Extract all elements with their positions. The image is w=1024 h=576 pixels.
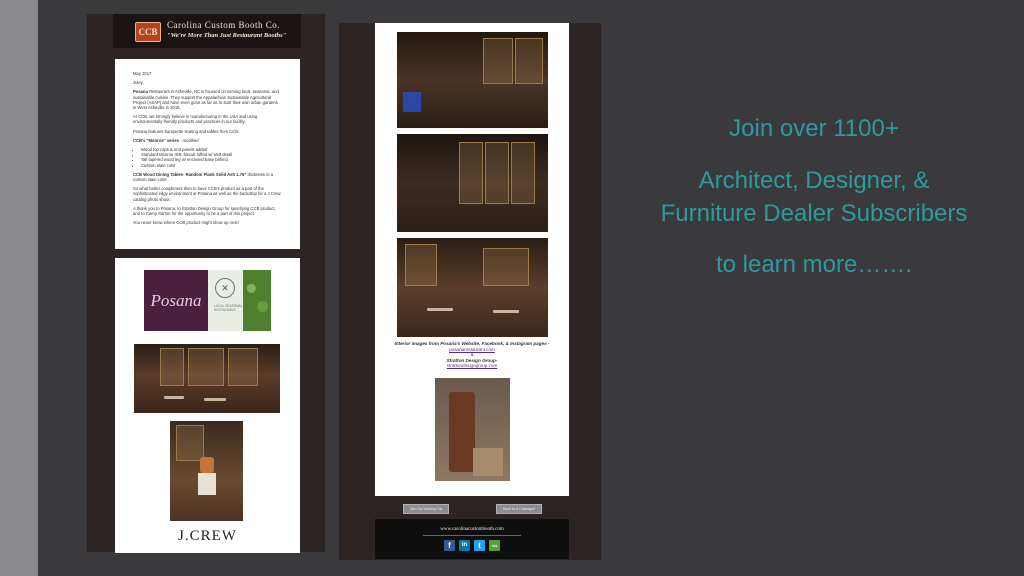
newsletter-footer: www.carolinacustombooth.com f in t rss xyxy=(375,519,569,559)
caption-text: Interior images from Posana's Website, F… xyxy=(394,341,550,346)
shelf xyxy=(483,38,513,84)
designer-link[interactable]: strattondesigngroup.com xyxy=(375,363,569,369)
booth-photo xyxy=(435,378,510,481)
letter-closing: You never know where CCB product might s… xyxy=(133,220,239,226)
letter-para5: So what better compliment then to have C… xyxy=(133,186,281,202)
shelf xyxy=(188,348,224,386)
shelf xyxy=(485,142,509,204)
jcrew-model-photo xyxy=(170,421,243,521)
letter-para1: Posana Restaurant in Asheville, NC is fo… xyxy=(133,89,282,110)
interior-gallery-card: Interior images from Posana's Website, F… xyxy=(375,23,569,496)
table xyxy=(204,398,226,401)
model-figure xyxy=(200,457,214,473)
cta-line2: Architect, Designer, & xyxy=(698,167,930,194)
posana-link-text[interactable]: posanarestaurant.com xyxy=(449,347,495,352)
letter-greeting: Juley, xyxy=(133,80,144,86)
posana-note: LOCAL SEASONAL SUSTAINABLE xyxy=(214,304,243,312)
letter-para3: Posana features banquette seating and ta… xyxy=(133,128,240,134)
interior-photo xyxy=(397,32,548,128)
table xyxy=(493,310,519,313)
cta-line4: to learn more……. xyxy=(715,251,913,278)
interior-photo xyxy=(397,134,548,232)
fork-knife-icon: ✕ xyxy=(215,278,235,298)
model-figure xyxy=(198,473,216,495)
rss-icon[interactable]: rss xyxy=(489,540,500,551)
series-bullets: Wood top caps & end panels added Standar… xyxy=(141,147,282,168)
brand-header: CCB Carolina Custom Booth Co. "We're Mor… xyxy=(113,14,301,48)
twitter-icon[interactable]: t xyxy=(474,540,485,551)
letter-para6: A thank you to Posana, to Stratton Desig… xyxy=(133,205,276,217)
shelf xyxy=(511,142,535,204)
posana-feature-card: Posana ✕ LOCAL SEASONAL SUSTAINABLE J.CR… xyxy=(115,258,300,553)
posana-seal-panel: ✕ LOCAL SEASONAL SUSTAINABLE xyxy=(208,270,243,331)
facebook-icon[interactable]: f xyxy=(444,540,455,551)
brand-tagline: "We're More Than Just Restaurant Booths" xyxy=(167,32,287,39)
posana-logo: Posana xyxy=(144,270,208,331)
cta-line1: Join over 1100+ xyxy=(729,115,899,142)
booth-seat xyxy=(449,392,475,472)
shelf xyxy=(176,425,204,461)
jcrew-logo: J.CREW xyxy=(178,528,237,544)
send-to-colleague-button[interactable]: Send to a Colleague xyxy=(496,504,542,514)
booth-floor xyxy=(473,448,503,476)
brand-name: Carolina Custom Booth Co. xyxy=(167,20,281,30)
bullet-item: Custom stain color xyxy=(141,163,282,168)
series-lead: CCB's "Monroe" series xyxy=(133,137,179,143)
table xyxy=(427,308,453,311)
letter-para1-text: Restaurant in Asheville, NC is focused o… xyxy=(133,89,279,111)
letter-para2: At CCB, we strongly believe in manufactu… xyxy=(133,114,258,125)
shelf xyxy=(459,142,483,204)
table xyxy=(164,396,184,399)
bar-interior-photo xyxy=(134,344,280,413)
footer-divider xyxy=(423,535,521,536)
interior-photo xyxy=(397,238,548,337)
letter-tables: CCB Wood Dining Tables- Random Plank Sol… xyxy=(133,172,282,182)
linkedin-icon[interactable]: in xyxy=(459,540,470,551)
cta-line3: Furniture Dealer Subscribers xyxy=(660,200,968,227)
series-suffix: - modified xyxy=(180,137,199,143)
brand-logo: CCB xyxy=(135,22,161,42)
greens-image xyxy=(243,270,271,331)
newsletter-letter: May 2017 Juley, Posana Restaurant in Ash… xyxy=(115,59,300,249)
blue-light xyxy=(403,92,421,112)
gallery-caption: Interior images from Posana's Website, F… xyxy=(375,341,569,369)
footer-url[interactable]: www.carolinacustombooth.com xyxy=(375,527,569,532)
letter-date: May 2017 xyxy=(133,71,152,76)
shelf xyxy=(160,348,184,386)
shelf xyxy=(405,244,437,286)
shelf xyxy=(515,38,543,84)
join-mailing-list-button[interactable]: Join Our Mailing List xyxy=(403,504,449,514)
designer-link-text[interactable]: strattondesigngroup.com xyxy=(447,363,498,368)
shelf xyxy=(483,248,529,286)
shelf xyxy=(228,348,258,386)
letter-series: CCB's "Monroe" series - modified xyxy=(133,138,282,143)
left-edge-bar xyxy=(0,0,38,576)
